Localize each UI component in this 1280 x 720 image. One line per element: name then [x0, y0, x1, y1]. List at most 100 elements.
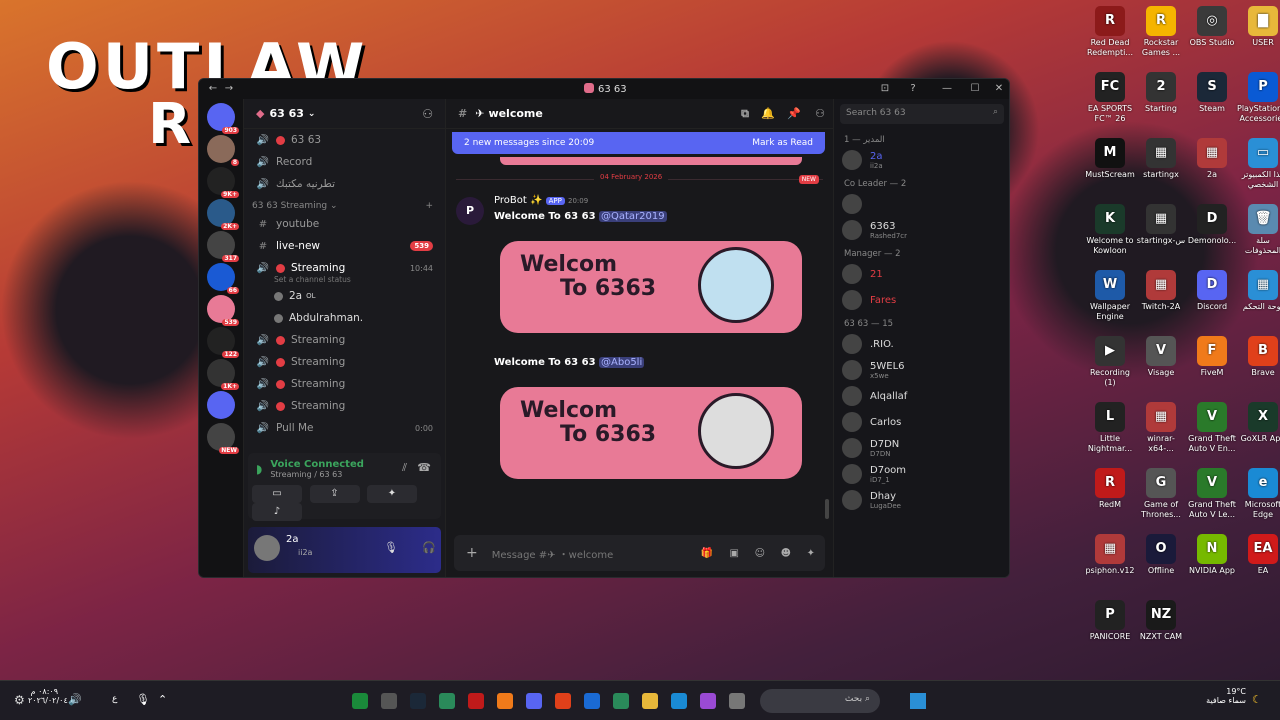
taskbar-app-icon[interactable] — [671, 693, 687, 709]
scrollbar[interactable] — [825, 499, 829, 519]
channel-item[interactable]: 🔊 Streaming — [244, 373, 445, 395]
member-item[interactable]: Carlos — [834, 409, 1009, 435]
channel-item[interactable]: 🔊 Record — [244, 151, 445, 173]
member-item[interactable] — [834, 191, 1009, 217]
desktop-icon[interactable]: ▦ winrar-x64-... — [1135, 402, 1187, 454]
desktop-icon[interactable]: G Game of Thrones... — [1135, 468, 1187, 520]
server-icon[interactable]: 317 — [207, 231, 239, 262]
server-icon[interactable]: 539 — [207, 295, 239, 326]
member-item[interactable]: .RIO. — [834, 331, 1009, 357]
gif-icon[interactable]: ▣ — [730, 548, 739, 559]
desktop-icon[interactable]: P PlayStation® Accessories — [1237, 72, 1280, 124]
desktop-icon[interactable]: ▦ startingx-س — [1135, 204, 1187, 246]
taskbar-app-icon[interactable] — [555, 693, 571, 709]
channel-item[interactable]: # youtube — [244, 213, 445, 235]
taskbar-app-icon[interactable] — [468, 693, 484, 709]
member-item[interactable]: 5WEL6 x5we — [834, 357, 1009, 383]
server-icon[interactable]: 1K+ — [207, 359, 239, 390]
add-channel-icon[interactable]: + — [425, 201, 433, 211]
pin-icon[interactable]: 📌 — [787, 107, 801, 120]
member-item[interactable]: Fares — [834, 287, 1009, 313]
desktop-icon[interactable]: ▭ هذا الكمبيوتر الشخصي — [1237, 138, 1280, 190]
taskbar-app-icon[interactable] — [497, 693, 513, 709]
desktop-icon[interactable]: X GoXLR App — [1237, 402, 1280, 444]
mention[interactable]: @Abo5li — [599, 357, 645, 368]
server-icon[interactable]: 8 — [207, 135, 239, 166]
minimize-button[interactable]: — — [937, 81, 957, 97]
channel-item[interactable]: 🔊 63 63 — [244, 129, 445, 151]
welcome-card[interactable]: Welcom To 6363 — [500, 241, 802, 333]
member-item[interactable]: 21 — [834, 261, 1009, 287]
taskbar-app-icon[interactable] — [410, 693, 426, 709]
member-item[interactable]: 2a ii2a — [834, 147, 1009, 173]
language-indicator[interactable]: ع — [112, 694, 117, 704]
camera-button[interactable]: ▭ — [252, 485, 302, 503]
mark-as-read-button[interactable]: Mark as Read — [752, 138, 813, 148]
desktop-icon[interactable]: W Wallpaper Engine — [1084, 270, 1136, 322]
desktop-icon[interactable]: 2 Starting — [1135, 72, 1187, 114]
taskbar-app-icon[interactable] — [381, 693, 397, 709]
member-item[interactable]: Alqallaf — [834, 383, 1009, 409]
soundboard-button[interactable]: ♪ — [252, 503, 302, 521]
desktop-icon[interactable]: N NVIDIA App — [1186, 534, 1238, 576]
inbox-icon[interactable]: ⊡ — [875, 81, 895, 97]
taskbar-app-icon[interactable] — [584, 693, 600, 709]
channel-item[interactable]: 🔊 Streaming — [244, 329, 445, 351]
desktop-icon[interactable]: V Visage — [1135, 336, 1187, 378]
forward-icon[interactable]: → — [219, 81, 239, 97]
server-icon[interactable]: 122 — [207, 327, 239, 358]
member-item[interactable]: D7oom iD7_1 — [834, 461, 1009, 487]
voice-user[interactable]: 2a OL — [244, 285, 445, 307]
desktop-icon[interactable]: P PANICORE — [1084, 600, 1136, 642]
channel-item[interactable]: 🔊 Streaming — [244, 395, 445, 417]
search-input[interactable]: Search 63 63 ⌕ — [840, 104, 1004, 124]
desktop-icon[interactable]: ▇ USER — [1237, 6, 1280, 48]
clock[interactable]: ٠٨:٠٩ م — [28, 687, 58, 696]
taskbar-app-icon[interactable] — [729, 693, 745, 709]
author-name[interactable]: ProBot — [494, 195, 527, 206]
desktop-icon[interactable]: B Brave — [1237, 336, 1280, 378]
channel-item[interactable]: 🔊 Pull Me 0:00 — [244, 417, 445, 439]
volume-icon[interactable]: 🔊 — [68, 693, 82, 706]
server-icon[interactable]: 2K+ — [207, 199, 239, 230]
desktop-icon[interactable]: R RedM — [1084, 468, 1136, 510]
help-icon[interactable]: ? — [903, 81, 923, 97]
desktop-icon[interactable]: NZ NZXT CAM — [1135, 600, 1187, 642]
taskbar-app-icon[interactable] — [439, 693, 455, 709]
new-messages-bar[interactable]: 2 new messages since 20:09 Mark as Read — [452, 132, 825, 154]
disconnect-icon[interactable]: ☎ — [417, 461, 431, 474]
desktop-icon[interactable]: D Demonolo... — [1186, 204, 1238, 246]
emoji-icon[interactable]: ☻ — [781, 548, 791, 559]
desktop-icon[interactable]: V Grand Theft Auto V En... — [1186, 402, 1238, 454]
taskbar-search[interactable]: بحث ⌕ — [760, 689, 880, 713]
weather-icon[interactable]: ☾ — [1252, 693, 1262, 706]
message-input[interactable]: + Message #✈ ・welcome 🎁 ▣ ☺ ☻ ✦ — [454, 535, 825, 571]
noise-suppression-icon[interactable]: ⫽ — [402, 461, 407, 475]
desktop-icon[interactable]: ▦ Twitch-2A — [1135, 270, 1187, 312]
microphone-icon[interactable]: 🎙 — [384, 541, 398, 554]
sticker-icon[interactable]: ☺ — [755, 548, 765, 559]
taskbar-app-icon[interactable] — [613, 693, 629, 709]
desktop-icon[interactable]: S Steam — [1186, 72, 1238, 114]
channel-category[interactable]: 63 63 Streaming ⌄ + — [244, 195, 445, 213]
voice-user[interactable]: Abdulrahman. — [244, 307, 445, 329]
desktop-icon[interactable]: F FiveM — [1186, 336, 1238, 378]
server-icon[interactable]: NEW — [207, 423, 239, 454]
channel-item[interactable]: 🔊 Streaming 10:44 — [244, 257, 445, 279]
bell-icon[interactable]: 🔔 — [761, 107, 775, 120]
avatar[interactable] — [254, 535, 280, 561]
desktop-icon[interactable]: e Microsoft Edge — [1237, 468, 1280, 520]
close-button[interactable]: ✕ — [989, 81, 1009, 97]
taskbar-app-icon[interactable] — [700, 693, 716, 709]
gift-icon[interactable]: 🎁 — [701, 548, 713, 559]
channel-item[interactable]: # live-new 539 — [244, 235, 445, 257]
headphones-icon[interactable]: 🎧 — [422, 541, 436, 554]
chevron-up-icon[interactable]: ⌃ — [158, 693, 167, 706]
desktop-icon[interactable]: R Rockstar Games ... — [1135, 6, 1187, 58]
taskbar-app-icon[interactable] — [352, 693, 368, 709]
mention[interactable]: @Qatar2019 — [599, 211, 667, 222]
desktop-icon[interactable]: ▶ Recording (1) — [1084, 336, 1136, 388]
desktop-icon[interactable]: ▦ 2a — [1186, 138, 1238, 180]
desktop-icon[interactable]: M MustScream — [1084, 138, 1136, 180]
activities-button[interactable]: ✦ — [367, 485, 417, 503]
